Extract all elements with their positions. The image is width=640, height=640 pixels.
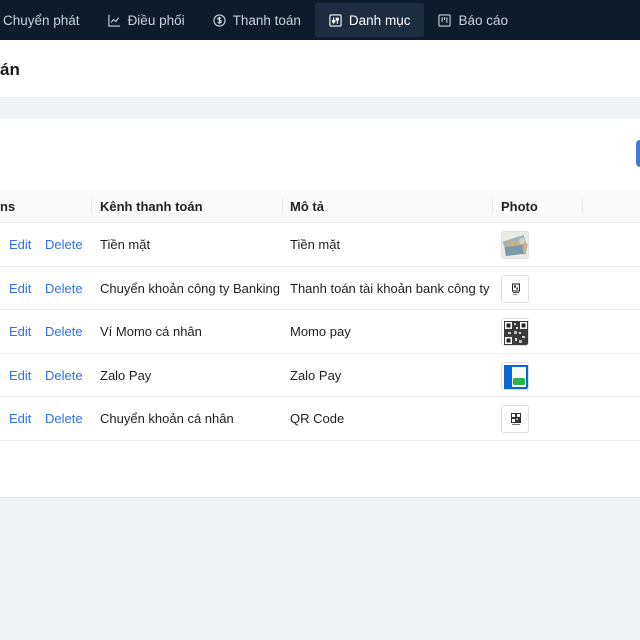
nav-item-danh-muc[interactable]: Danh mục <box>314 3 425 37</box>
qr-small-photo[interactable] <box>501 405 529 433</box>
table-header: ns Kênh thanh toán Mô tả Photo <box>0 190 640 223</box>
column-header-channel[interactable]: Kênh thanh toán <box>100 190 203 223</box>
description-cell: Tiền mặt <box>290 237 341 252</box>
cash-photo[interactable] <box>501 231 529 259</box>
nav-item-dieu-phoi[interactable]: Điều phối <box>94 0 199 40</box>
column-divider <box>492 199 493 214</box>
edit-link[interactable]: Edit <box>9 310 31 353</box>
channel-cell: Ví Momo cá nhân <box>100 324 202 339</box>
nav-label: Chuyển phát <box>3 12 80 28</box>
top-nav: Chuyển phát Điều phối Thanh toán Danh mụ… <box>0 0 640 40</box>
channel-cell: Tiền mặt <box>100 237 151 252</box>
dollar-circle-icon <box>212 13 226 27</box>
page-header: án <box>0 40 640 98</box>
column-divider <box>582 199 583 214</box>
nav-item-chuyen-phat[interactable]: Chuyển phát <box>0 0 94 40</box>
column-divider <box>282 199 283 214</box>
delete-link[interactable]: Delete <box>45 397 83 440</box>
column-header-description[interactable]: Mô tả <box>290 190 324 223</box>
payment-channels-table: ns Kênh thanh toán Mô tả Photo Edit Dele… <box>0 190 640 441</box>
qr-photo[interactable] <box>501 318 529 346</box>
channel-cell: Zalo Pay <box>100 367 152 383</box>
nav-label: Danh mục <box>348 12 411 28</box>
delete-link[interactable]: Delete <box>45 310 83 353</box>
edit-link[interactable]: Edit <box>9 267 31 310</box>
board-icon <box>438 13 452 27</box>
nav-label: Điều phối <box>127 12 185 28</box>
edit-link[interactable]: Edit <box>9 397 31 440</box>
description-cell: Momo pay <box>290 324 351 339</box>
column-divider <box>91 199 92 214</box>
qr-small-photo[interactable] <box>501 274 529 303</box>
sliders-icon <box>329 13 342 27</box>
edit-link[interactable]: Edit <box>9 354 31 397</box>
nav-label: Báo cáo <box>458 12 508 28</box>
table-row: Edit Delete Zalo Pay Zalo Pay <box>0 354 640 397</box>
line-chart-icon <box>107 14 121 27</box>
channel-cell: Chuyển khoản cá nhân <box>100 411 234 426</box>
table-row: Edit Delete Chuyển khoản công ty Banking… <box>0 267 640 310</box>
column-header-actions: ns <box>0 199 16 214</box>
description-cell: QR Code <box>290 411 345 426</box>
channel-cell: Chuyển khoản công ty Banking <box>100 280 280 296</box>
delete-link[interactable]: Delete <box>45 223 83 266</box>
nav-item-bao-cao[interactable]: Báo cáo <box>424 0 522 40</box>
nav-item-thanh-toan[interactable]: Thanh toán <box>199 0 315 40</box>
content-card: ns Kênh thanh toán Mô tả Photo Edit Dele… <box>0 119 640 498</box>
column-header-photo: Photo <box>501 199 538 214</box>
delete-link[interactable]: Delete <box>45 354 83 397</box>
table-row: Edit Delete Tiền mặt Tiền mặt <box>0 223 640 267</box>
edit-link[interactable]: Edit <box>9 223 31 266</box>
description-cell: Zalo Pay <box>290 367 342 383</box>
delete-link[interactable]: Delete <box>45 267 83 310</box>
page-title: án <box>0 60 20 79</box>
nav-label: Thanh toán <box>232 12 301 28</box>
table-row: Edit Delete Ví Momo cá nhân Momo pay <box>0 310 640 354</box>
zalopay-logo[interactable] <box>501 361 529 390</box>
table-row: Edit Delete Chuyển khoản cá nhân QR Code <box>0 397 640 441</box>
add-button[interactable] <box>636 140 640 167</box>
description-cell: Thanh toán tài khoản bank công ty <box>290 280 490 296</box>
page-background <box>0 498 640 640</box>
